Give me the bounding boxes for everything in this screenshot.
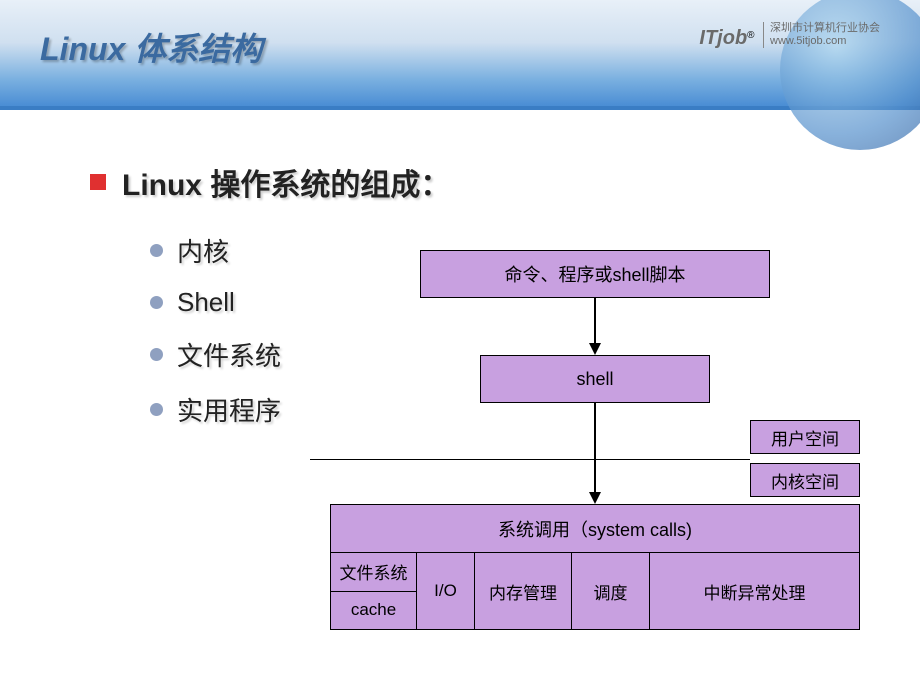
circle-bullet-icon: [150, 244, 163, 257]
diagram-shell-box: shell: [480, 355, 710, 403]
diagram-kernel-block: 系统调用（system calls) 文件系统 cache I/O 内存管理 调…: [330, 504, 860, 630]
logo-subtitle: 深圳市计算机行业协会 www.5itjob.com: [763, 22, 880, 48]
logo-org-name: 深圳市计算机行业协会: [770, 22, 880, 34]
diagram-interrupt-cell: 中断异常处理: [650, 553, 859, 629]
list-text-utilities: 实用程序: [177, 391, 281, 428]
diagram-scheduler-cell: 调度: [572, 553, 650, 629]
arrow-head-icon: [589, 492, 601, 504]
architecture-diagram: 命令、程序或shell脚本 shell 用户空间 内核空间 系统调用（syste…: [330, 250, 890, 670]
slide-title: Linux 体系结构: [40, 24, 262, 70]
diagram-fs-cell: 文件系统: [331, 553, 416, 592]
logo-url: www.5itjob.com: [770, 35, 846, 47]
logo-registered: ®: [747, 30, 754, 41]
circle-bullet-icon: [150, 296, 163, 309]
list-text-shell: Shell: [177, 287, 235, 318]
arrow-line-icon: [594, 403, 596, 493]
slide-header: Linux 体系结构 ITjob® 深圳市计算机行业协会 www.5itjob.…: [0, 0, 920, 110]
diagram-commands-box: 命令、程序或shell脚本: [420, 250, 770, 298]
diagram-kernel-space-label: 内核空间: [750, 463, 860, 497]
diagram-io-cell: I/O: [417, 553, 475, 629]
heading-row: Linux 操作系统的组成：: [90, 160, 860, 204]
diagram-syscalls-row: 系统调用（system calls): [331, 505, 859, 553]
logo-area: ITjob® 深圳市计算机行业协会 www.5itjob.com: [699, 22, 880, 50]
diagram-modules-row: 文件系统 cache I/O 内存管理 调度 中断异常处理: [331, 553, 859, 629]
diagram-cache-cell: cache: [331, 592, 416, 630]
diagram-user-space-label: 用户空间: [750, 420, 860, 454]
list-text-kernel: 内核: [177, 232, 229, 269]
heading-text: Linux 操作系统的组成：: [122, 160, 450, 204]
list-text-filesystem: 文件系统: [177, 336, 281, 373]
logo-text: ITjob: [699, 27, 747, 49]
diagram-fs-column: 文件系统 cache: [331, 553, 417, 629]
divider-line: [310, 459, 750, 460]
square-bullet-icon: [90, 174, 106, 190]
diagram-memory-cell: 内存管理: [475, 553, 572, 629]
arrow-line-icon: [594, 298, 596, 344]
arrow-head-icon: [589, 343, 601, 355]
circle-bullet-icon: [150, 403, 163, 416]
circle-bullet-icon: [150, 348, 163, 361]
